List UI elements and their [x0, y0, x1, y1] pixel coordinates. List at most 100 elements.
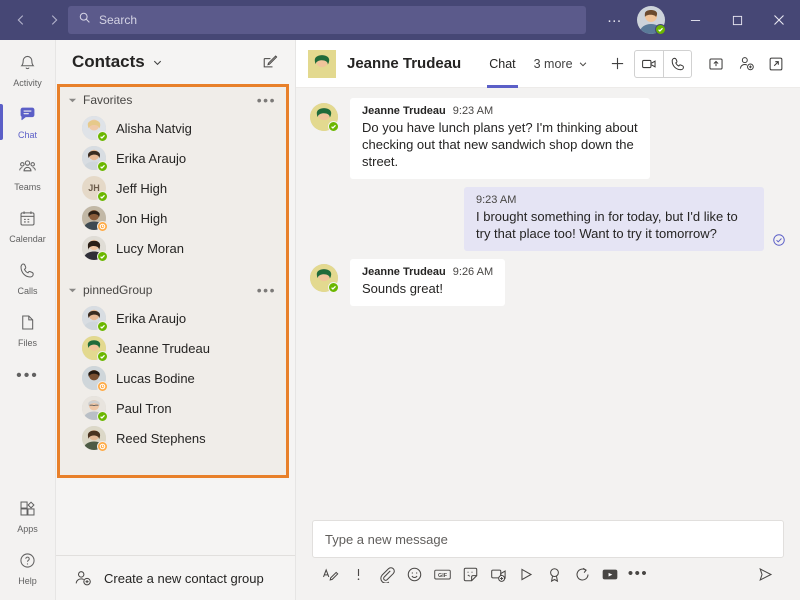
settings-more-button[interactable]: … — [599, 4, 631, 36]
praise-icon[interactable] — [540, 560, 568, 588]
list-item[interactable]: Lucas Bodine — [60, 363, 286, 393]
attach-icon[interactable] — [372, 560, 400, 588]
gif-icon[interactable]: GIF — [428, 560, 456, 588]
avatar[interactable] — [637, 6, 666, 35]
list-item[interactable]: Lucy Moran — [60, 233, 286, 263]
tab-chat[interactable]: Chat — [481, 40, 523, 88]
message-bubble[interactable]: 9:23 AM I brought something in for today… — [464, 187, 764, 251]
list-item[interactable]: Paul Tron — [60, 393, 286, 423]
video-clip-icon[interactable] — [596, 560, 624, 588]
avatar — [310, 103, 339, 132]
message-time: 9:23 AM — [452, 105, 494, 117]
list-item[interactable]: Erika Araujo — [60, 303, 286, 333]
message-text: Do you have lunch plans yet? I'm thinkin… — [362, 120, 638, 169]
emoji-icon[interactable] — [400, 560, 428, 588]
contact-group-overflow-button[interactable]: ••• — [257, 283, 276, 297]
audio-call-icon[interactable] — [663, 50, 691, 77]
share-screen-icon[interactable] — [702, 50, 730, 78]
sidebar-item-calls[interactable]: Calls — [0, 252, 56, 304]
create-contact-group-button[interactable]: Create a new contact group — [56, 556, 295, 600]
important-icon[interactable] — [344, 560, 372, 588]
close-button[interactable] — [758, 0, 800, 40]
contact-name: Lucas Bodine — [116, 370, 195, 386]
contacts-list-region: Favorites ••• Alisha Natvig Erika Araujo… — [56, 84, 295, 555]
chevron-down-icon[interactable] — [152, 57, 163, 68]
more-apps-label: ••• — [16, 367, 39, 384]
sidebar-item-help[interactable]: Help — [0, 542, 56, 594]
video-call-icon[interactable] — [635, 51, 663, 77]
contact-group-header-favorites[interactable]: Favorites ••• — [60, 87, 286, 113]
minimize-button[interactable] — [674, 0, 716, 40]
more-options-icon[interactable]: ••• — [624, 560, 652, 588]
compose-area: Type a new message GIF ••• — [296, 512, 800, 600]
contact-group-name: pinnedGroup — [83, 283, 153, 297]
presence-badge-available — [97, 351, 108, 362]
add-tab-button[interactable] — [604, 50, 632, 78]
meeting-icon[interactable] — [484, 560, 512, 588]
chat-icon — [18, 105, 37, 129]
avatar — [82, 396, 108, 422]
sidebar-more-button[interactable]: ••• — [0, 356, 56, 396]
list-item[interactable]: Alisha Natvig — [60, 113, 286, 143]
sidebar-item-chat[interactable]: Chat — [0, 96, 56, 148]
new-chat-icon[interactable] — [257, 49, 283, 75]
forward-button[interactable] — [39, 6, 68, 34]
caret-down-icon[interactable] — [68, 96, 77, 105]
sidebar-item-calendar[interactable]: Calendar — [0, 200, 56, 252]
send-icon[interactable] — [750, 560, 780, 588]
message-bubble[interactable]: Jeanne Trudeau 9:26 AM Sounds great! — [350, 259, 506, 306]
call-buttons-group — [634, 49, 692, 78]
list-item[interactable]: Jeanne Trudeau — [60, 333, 286, 363]
contact-name: Jon High — [116, 210, 168, 226]
chat-tabs: Chat 3 more — [481, 40, 631, 88]
contact-group-header-pinnedgroup[interactable]: pinnedGroup ••• — [60, 277, 286, 303]
sidebar-item-label: Activity — [13, 77, 42, 88]
format-icon[interactable] — [316, 560, 344, 588]
sidebar-item-label: Calls — [17, 285, 38, 296]
contact-group-overflow-button[interactable]: ••• — [257, 93, 276, 107]
search-icon — [78, 11, 91, 29]
list-item[interactable]: Jon High — [60, 203, 286, 233]
message-bubble[interactable]: Jeanne Trudeau 9:23 AM Do you have lunch … — [350, 98, 650, 179]
more-options-label: ••• — [627, 565, 649, 582]
contact-name: Jeff High — [116, 180, 168, 196]
presence-badge-available — [97, 131, 108, 142]
app-rail: Activity Chat Teams Calendar Calls Files… — [0, 40, 56, 600]
help-icon — [18, 551, 37, 575]
sidebar-item-apps[interactable]: Apps — [0, 490, 56, 542]
chevron-down-icon — [578, 59, 588, 69]
search-input[interactable]: Search — [68, 6, 586, 34]
caret-down-icon[interactable] — [68, 286, 77, 295]
avatar: JH — [82, 176, 108, 202]
tab-more[interactable]: 3 more — [526, 40, 596, 88]
contact-group-name: Favorites — [83, 93, 133, 107]
maximize-button[interactable] — [716, 0, 758, 40]
popout-icon[interactable] — [762, 50, 790, 78]
add-people-icon[interactable] — [732, 50, 760, 78]
back-button[interactable] — [6, 6, 35, 34]
avatar — [82, 426, 108, 452]
sidebar-item-label: Chat — [17, 129, 37, 140]
presence-badge-available — [97, 161, 108, 172]
contacts-panel: Contacts Favorites ••• Alisha Natvig Eri… — [56, 40, 296, 600]
presence-badge-available — [97, 411, 108, 422]
search-container: Search — [68, 6, 586, 34]
presence-badge-available — [328, 121, 339, 132]
list-item[interactable]: Reed Stephens — [60, 423, 286, 453]
calendar-icon — [18, 209, 37, 233]
message-time: 9:23 AM — [476, 194, 517, 206]
list-item[interactable]: Erika Araujo — [60, 143, 286, 173]
list-item[interactable]: JH Jeff High — [60, 173, 286, 203]
sidebar-item-activity[interactable]: Activity — [0, 44, 56, 96]
stream-icon[interactable] — [512, 560, 540, 588]
message-input[interactable]: Type a new message — [313, 521, 783, 557]
approvals-icon[interactable] — [568, 560, 596, 588]
compose-placeholder: Type a new message — [325, 531, 448, 547]
phone-icon — [18, 261, 37, 285]
sidebar-item-files[interactable]: Files — [0, 304, 56, 356]
sidebar-item-teams[interactable]: Teams — [0, 148, 56, 200]
sticker-icon[interactable] — [456, 560, 484, 588]
sidebar-item-label: Calendar — [9, 233, 46, 244]
avatar — [310, 264, 339, 293]
message-meta: 9:23 AM — [476, 194, 752, 206]
